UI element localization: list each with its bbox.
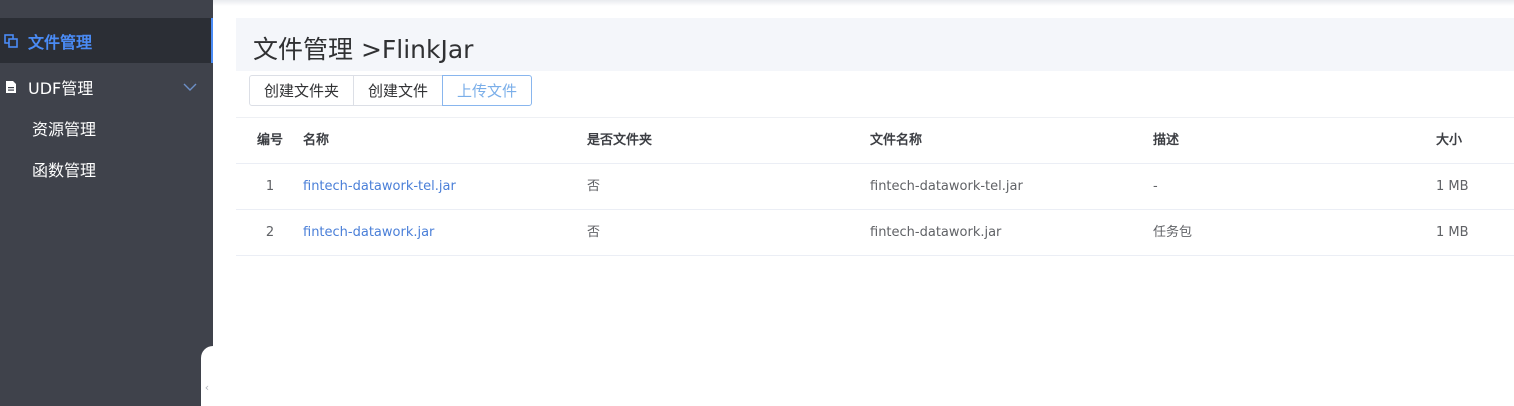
- table-header-row: 编号 名称 是否文件夹 文件名称 描述 大小: [236, 118, 1514, 164]
- toolbar-button-group: 创建文件夹 创建文件 上传文件: [249, 75, 533, 106]
- column-header-is-folder: 是否文件夹: [587, 133, 653, 148]
- row-file-name: fintech-datawork-tel.jar: [870, 179, 1023, 194]
- sidebar-item-file-management[interactable]: 文件管理: [0, 18, 213, 63]
- row-no: 1: [265, 179, 275, 194]
- page-title: 文件管理 >FlinkJar: [253, 35, 474, 64]
- row-description: -: [1153, 179, 1158, 194]
- top-shadow: [213, 0, 1514, 6]
- column-header-size: 大小: [1436, 133, 1463, 148]
- sidebar-item-label: 文件管理: [28, 32, 93, 52]
- create-file-button[interactable]: 创建文件: [353, 75, 444, 106]
- create-folder-button[interactable]: 创建文件夹: [249, 75, 355, 106]
- file-name-link[interactable]: fintech-datawork.jar: [303, 210, 434, 255]
- sidebar-collapse-button[interactable]: ‹: [201, 346, 213, 406]
- chevron-down-icon: [183, 79, 197, 98]
- sidebar-item-udf-management[interactable]: UDF管理: [0, 64, 213, 109]
- sidebar: 文件管理 UDF管理 资源管理 函数管理 ‹: [0, 0, 213, 406]
- sidebar-subitem-label: 资源管理: [32, 120, 97, 139]
- file-table: 编号 名称 是否文件夹 文件名称 描述 大小 1 fintech-datawor…: [236, 117, 1514, 256]
- row-is-folder: 否: [587, 225, 601, 240]
- column-header-description: 描述: [1153, 133, 1180, 148]
- row-size: 1 MB: [1436, 179, 1469, 194]
- sidebar-subitem-resource-management[interactable]: 资源管理: [0, 108, 213, 148]
- upload-file-button[interactable]: 上传文件: [442, 75, 533, 106]
- file-name-link[interactable]: fintech-datawork-tel.jar: [303, 164, 456, 209]
- table-row: 2 fintech-datawork.jar 否 fintech-datawor…: [236, 210, 1514, 256]
- sidebar-item-label: UDF管理: [28, 78, 94, 98]
- row-is-folder: 否: [587, 179, 601, 194]
- app-root: 文件管理 UDF管理 资源管理 函数管理 ‹ 文件管理 >FlinkJar 创建…: [0, 0, 1514, 406]
- row-file-name: fintech-datawork.jar: [870, 225, 1002, 240]
- chevron-left-icon: ‹: [204, 381, 210, 394]
- row-description: 任务包: [1153, 225, 1193, 240]
- files-icon: [4, 33, 18, 48]
- column-header-file-name: 文件名称: [870, 133, 923, 148]
- column-header-no: 编号: [256, 133, 283, 148]
- main-content: 文件管理 >FlinkJar 创建文件夹 创建文件 上传文件 编号 名称 是否文…: [213, 0, 1514, 406]
- document-icon: [4, 80, 18, 94]
- sidebar-top-strip: [0, 0, 213, 18]
- page-header: 文件管理 >FlinkJar: [236, 18, 1514, 71]
- column-header-name: 名称: [303, 133, 330, 148]
- table-row: 1 fintech-datawork-tel.jar 否 fintech-dat…: [236, 164, 1514, 210]
- row-size: 1 MB: [1436, 225, 1469, 240]
- row-no: 2: [265, 225, 275, 240]
- sidebar-subitem-label: 函数管理: [32, 161, 97, 180]
- sidebar-subitem-function-management[interactable]: 函数管理: [0, 149, 213, 189]
